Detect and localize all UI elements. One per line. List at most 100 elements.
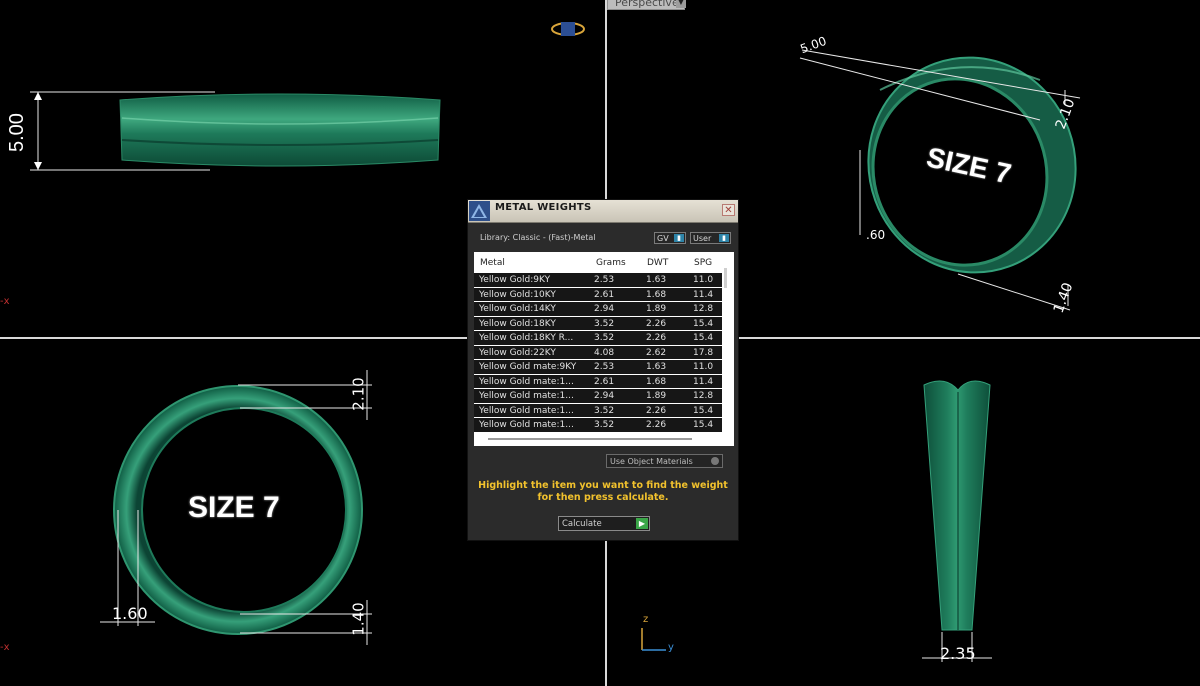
cell-dwt: 1.68 [646,289,667,300]
table-body: Yellow Gold:9KY 2.53 1.63 11.0 Yellow Gold:1… [474,273,722,433]
table-header: Metal Grams DWT SPG [474,252,722,272]
y-axis-label: y [668,642,674,653]
gv-toggle-label: GV [657,234,669,243]
material-select[interactable]: Use Object Materials [606,454,723,468]
cell-dwt: 1.89 [646,304,667,314]
cell-spg: 17.8 [693,347,714,358]
toggle-indicator-icon: ▮ [719,234,729,242]
cell-spg: 15.4 [693,420,714,430]
table-row[interactable]: Yellow Gold mate:9KY 2.53 1.63 11.0 [474,360,722,375]
calculate-label: Calculate [562,519,602,529]
gv-toggle[interactable]: GV ▮ [654,232,686,244]
cell-spg: 15.4 [693,333,714,343]
cell-grams: 3.52 [594,318,615,329]
cell-dwt: 2.26 [646,405,667,416]
z-axis-label: z [643,614,649,625]
cell-spg: 11.4 [693,376,714,387]
vertical-scrollbar[interactable] [724,268,727,288]
cell-dwt: 1.89 [646,391,667,401]
cell-metal: Yellow Gold mate:1... [479,420,574,430]
size-label-top: SIZE 7 [188,491,280,524]
cell-metal: Yellow Gold:14KY [479,304,556,314]
cell-spg: 12.8 [693,304,714,314]
dialog-title: METAL WEIGHTS [495,202,592,213]
table-row[interactable]: Yellow Gold:22KY 4.08 2.62 17.8 [474,345,722,360]
user-toggle-label: User [693,234,712,243]
table-row[interactable]: Yellow Gold:14KY 2.94 1.89 12.8 [474,302,722,317]
cell-dwt: 2.62 [646,347,667,358]
library-label: Library: Classic - (Fast)-Metal [480,233,596,242]
cell-metal: Yellow Gold mate:1... [479,376,574,387]
cell-grams: 2.94 [594,391,615,401]
cell-grams: 3.52 [594,420,615,430]
material-select-label: Use Object Materials [610,457,693,466]
toggle-indicator-icon: ▮ [674,234,684,242]
chevron-down-icon[interactable]: ▼ [676,0,686,8]
dim-top-left: 1.60 [112,604,148,623]
cell-dwt: 2.26 [646,333,667,343]
calculate-button[interactable]: Calculate ▶ [558,516,650,531]
cell-spg: 11.0 [693,362,714,372]
cell-metal: Yellow Gold:18KY [479,318,556,329]
cell-grams: 3.52 [594,405,615,416]
close-icon[interactable]: ✕ [722,204,735,216]
cell-grams: 2.53 [594,362,615,372]
front-height-dimension: 5.00 [6,113,28,152]
cell-dwt: 2.26 [646,420,667,430]
user-toggle[interactable]: User ▮ [690,232,731,244]
dim-perspective-gap: .60 [866,228,886,242]
viewport-label[interactable]: Perspective [607,0,685,10]
cell-spg: 11.0 [693,275,714,285]
table-row[interactable]: Yellow Gold mate:1... 2.94 1.89 12.8 [474,389,722,404]
cell-spg: 15.4 [693,405,714,416]
app-logo-icon [469,201,490,221]
table-row[interactable]: Yellow Gold:9KY 2.53 1.63 11.0 [474,273,722,288]
col-dwt[interactable]: DWT [647,258,668,268]
table-row[interactable]: Yellow Gold:18KY 3.52 2.26 15.4 [474,316,722,331]
table-row[interactable]: Yellow Gold mate:1... 2.61 1.68 11.4 [474,374,722,389]
cell-dwt: 1.63 [646,362,667,372]
horizontal-scrollbar[interactable] [488,438,692,440]
table-row[interactable]: Yellow Gold:18KY R... 3.52 2.26 15.4 [474,331,722,346]
x-axis-marker: -x [0,296,10,307]
cell-grams: 2.94 [594,304,615,314]
cell-dwt: 1.68 [646,376,667,387]
col-spg[interactable]: SPG [694,258,712,268]
axis-triad [641,628,666,651]
dim-top-thickness: 2.10 [349,377,368,411]
cell-spg: 12.8 [693,391,714,401]
x-axis-marker-2: -x [0,642,10,653]
cell-metal: Yellow Gold mate:9KY [479,362,577,372]
cell-grams: 3.52 [594,333,615,343]
col-metal[interactable]: Metal [480,258,505,268]
cell-metal: Yellow Gold mate:1... [479,405,574,416]
table-row[interactable]: Yellow Gold:10KY 2.61 1.68 11.4 [474,287,722,302]
view-cube-gizmo [551,22,585,36]
cell-metal: Yellow Gold:18KY R... [479,333,574,343]
dialog-titlebar[interactable]: METAL WEIGHTS ✕ [468,200,738,223]
radio-icon [711,457,719,465]
col-grams[interactable]: Grams [596,258,626,268]
cell-spg: 15.4 [693,318,714,329]
front-view-ring [30,91,441,171]
table-row[interactable]: Yellow Gold mate:1... 3.52 2.26 15.4 [474,418,722,433]
cell-metal: Yellow Gold:22KY [479,347,556,358]
metal-table[interactable]: Metal Grams DWT SPG Yellow Gold:9KY 2.53 1… [474,252,734,446]
side-view-ring [922,380,992,662]
cell-metal: Yellow Gold:10KY [479,289,556,300]
cell-dwt: 1.63 [646,275,667,285]
instruction-text: Highlight the item you want to find the … [478,480,728,503]
cell-metal: Yellow Gold:9KY [479,275,551,285]
cell-dwt: 2.26 [646,318,667,329]
cell-metal: Yellow Gold mate:1... [479,391,574,401]
cell-grams: 4.08 [594,347,615,358]
cell-spg: 11.4 [693,289,714,300]
table-row[interactable]: Yellow Gold mate:1... 3.52 2.26 15.4 [474,403,722,418]
cell-grams: 2.61 [594,289,615,300]
dim-top-bottom: 1.40 [349,602,368,636]
play-icon: ▶ [636,518,648,529]
cell-grams: 2.53 [594,275,615,285]
cell-grams: 2.61 [594,376,615,387]
dim-side-width: 2.35 [940,644,976,663]
metal-weights-dialog: METAL WEIGHTS ✕ Library: Classic - (Fast… [467,199,739,541]
